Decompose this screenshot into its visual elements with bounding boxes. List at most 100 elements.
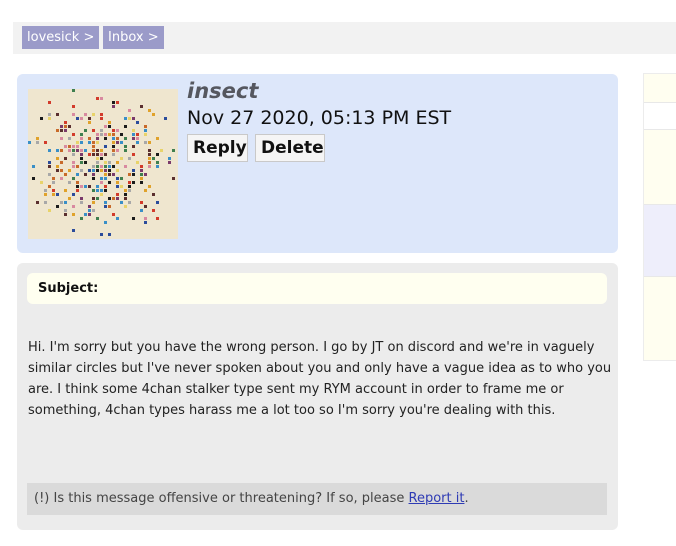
avatar-pixel xyxy=(172,149,175,152)
avatar-pixel xyxy=(84,113,87,116)
avatar-pixel xyxy=(100,169,103,172)
avatar-pixel xyxy=(48,101,51,104)
avatar-pixel xyxy=(116,197,119,200)
avatar-pixel xyxy=(168,161,171,164)
avatar-pixel xyxy=(76,165,79,168)
avatar-pixel xyxy=(120,157,123,160)
avatar-pixel xyxy=(88,209,91,212)
avatar-pixel xyxy=(144,217,147,220)
subject-label: Subject: xyxy=(38,281,99,296)
avatar-pixel xyxy=(96,141,99,144)
avatar-pixel xyxy=(148,165,151,168)
avatar-pixel xyxy=(84,173,87,176)
avatar-pixel xyxy=(60,177,63,180)
report-link[interactable]: Report it xyxy=(409,491,465,506)
avatar-pixel xyxy=(116,149,119,152)
avatar-pixel xyxy=(132,137,135,140)
reply-button[interactable]: Reply xyxy=(187,134,248,162)
avatar-pixel xyxy=(156,165,159,168)
avatar-pixel xyxy=(44,189,47,192)
avatar-pixel xyxy=(96,161,99,164)
avatar-pixel xyxy=(48,117,51,120)
avatar-pixel xyxy=(120,133,123,136)
avatar-pixel xyxy=(72,105,75,108)
avatar-pixel xyxy=(64,173,67,176)
avatar-pixel xyxy=(112,149,115,152)
avatar-pixel xyxy=(64,157,67,160)
avatar-pixel xyxy=(80,157,83,160)
avatar-pixel xyxy=(100,165,103,168)
avatar-pixel xyxy=(72,229,75,232)
avatar-pixel xyxy=(108,125,111,128)
avatar-pixel xyxy=(76,149,79,152)
avatar-pixel xyxy=(108,205,111,208)
avatar-pixel xyxy=(108,133,111,136)
avatar-pixel xyxy=(32,165,35,168)
avatar-pixel xyxy=(104,185,107,188)
avatar-pixel xyxy=(84,185,87,188)
avatar-pixel xyxy=(128,173,131,176)
avatar-pixel xyxy=(84,149,87,152)
avatar-pixel xyxy=(28,141,31,144)
avatar-pixel xyxy=(108,197,111,200)
avatar-pixel xyxy=(116,177,119,180)
avatar-pixel xyxy=(116,169,119,172)
avatar-pixel xyxy=(132,153,135,156)
breadcrumb-inbox[interactable]: Inbox > xyxy=(103,26,164,49)
avatar-pixel xyxy=(108,169,111,172)
avatar-pixel xyxy=(48,209,51,212)
avatar-pixel xyxy=(88,141,91,144)
avatar-pixel xyxy=(144,129,147,132)
avatar-pixel xyxy=(76,173,79,176)
avatar-pixel xyxy=(112,105,115,108)
avatar-pixel xyxy=(104,205,107,208)
avatar[interactable] xyxy=(28,89,178,239)
avatar-pixel xyxy=(116,137,119,140)
avatar-pixel xyxy=(140,105,143,108)
avatar-pixel xyxy=(112,101,115,104)
avatar-pixel xyxy=(156,137,159,140)
avatar-pixel xyxy=(72,193,75,196)
sender-username[interactable]: insect xyxy=(187,79,258,103)
avatar-pixel xyxy=(92,209,95,212)
avatar-pixel xyxy=(92,113,95,116)
avatar-pixel xyxy=(112,145,115,148)
avatar-pixel xyxy=(124,149,127,152)
avatar-pixel xyxy=(76,181,79,184)
avatar-pixel xyxy=(96,185,99,188)
avatar-pixel xyxy=(72,153,75,156)
avatar-pixel xyxy=(148,109,151,112)
avatar-pixel xyxy=(56,165,59,168)
avatar-pixel xyxy=(56,157,59,160)
avatar-pixel xyxy=(72,149,75,152)
avatar-pixel xyxy=(152,113,155,116)
breadcrumb-lovesick[interactable]: lovesick > xyxy=(22,26,100,49)
avatar-pixel xyxy=(108,121,111,124)
avatar-pixel xyxy=(72,113,75,116)
avatar-pixel xyxy=(80,185,83,188)
avatar-pixel xyxy=(96,197,99,200)
avatar-pixel xyxy=(68,149,71,152)
avatar-pixel xyxy=(48,113,51,116)
avatar-pixel xyxy=(84,213,87,216)
avatar-pixel xyxy=(72,165,75,168)
avatar-pixel xyxy=(124,125,127,128)
avatar-pixel xyxy=(80,217,83,220)
avatar-pixel xyxy=(72,145,75,148)
avatar-pixel xyxy=(104,125,107,128)
avatar-pixel xyxy=(96,217,99,220)
avatar-pixel xyxy=(92,153,95,156)
avatar-pixel xyxy=(84,161,87,164)
avatar-pixel xyxy=(56,169,59,172)
avatar-pixel xyxy=(92,141,95,144)
avatar-pixel xyxy=(100,181,103,184)
avatar-pixel xyxy=(76,145,79,148)
avatar-pixel xyxy=(136,137,139,140)
side-panel-row xyxy=(644,204,676,276)
avatar-pixel xyxy=(140,165,143,168)
avatar-pixel xyxy=(144,221,147,224)
delete-button[interactable]: Delete xyxy=(255,134,325,162)
avatar-pixel xyxy=(64,189,67,192)
side-panel xyxy=(643,73,676,361)
avatar-pixel xyxy=(128,117,131,120)
